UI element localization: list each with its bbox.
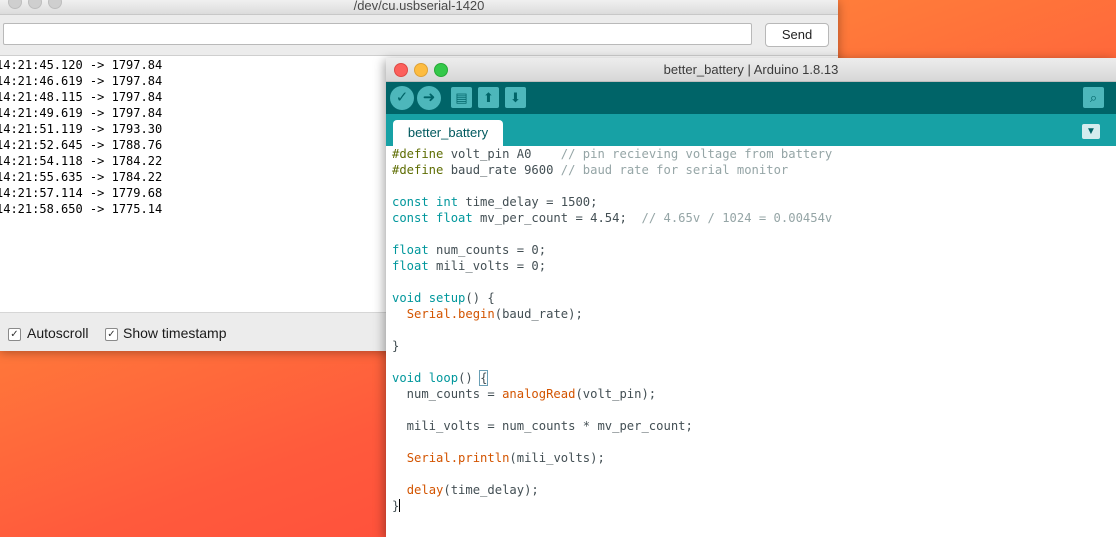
code-token: num_counts = 0; [428, 243, 547, 257]
show-timestamp-label: Show timestamp [123, 325, 227, 341]
code-comment: // baud rate for serial monitor [560, 163, 789, 177]
code-keyword: const float [392, 211, 473, 225]
code-token: } [392, 339, 400, 353]
code-token: time_delay = 1500; [458, 195, 598, 209]
show-timestamp-checkbox[interactable]: ✓ [105, 328, 118, 341]
code-text: #define volt_pin A0 // pin recieving vol… [392, 146, 832, 514]
code-keyword: float [392, 243, 429, 257]
arduino-ide-window: better_battery | Arduino 1.8.13 ✓ ➜ ▤ ⬆ … [386, 58, 1116, 537]
code-function: Serial.println [406, 451, 510, 465]
serial-monitor-icon[interactable]: ⌕ [1083, 87, 1104, 108]
code-function: setup [428, 291, 466, 305]
code-keyword: float [392, 259, 429, 273]
autoscroll-label: Autoscroll [27, 325, 89, 341]
text-caret [399, 499, 401, 512]
autoscroll-checkbox[interactable]: ✓ [8, 328, 21, 341]
ide-titlebar[interactable]: better_battery | Arduino 1.8.13 [386, 58, 1116, 82]
save-icon[interactable]: ⬇ [505, 87, 526, 108]
tab-better-battery[interactable]: better_battery [393, 120, 503, 146]
code-token: #define [392, 147, 444, 161]
code-token: () [458, 371, 481, 385]
code-keyword: void [392, 371, 422, 385]
serial-monitor-titlebar[interactable]: /dev/cu.usbserial-1420 [0, 0, 838, 15]
code-token: #define [392, 163, 444, 177]
code-token: mili_volts = 0; [428, 259, 547, 273]
code-editor[interactable]: #define volt_pin A0 // pin recieving vol… [386, 146, 1116, 537]
code-token: { [479, 370, 489, 386]
code-function: analogRead [502, 387, 576, 401]
code-token: mili_volts = num_counts * mv_per_count; [392, 419, 693, 433]
tab-menu-icon[interactable]: ▼ [1082, 124, 1100, 139]
code-function: loop [428, 371, 459, 385]
verify-icon[interactable]: ✓ [390, 86, 414, 110]
code-token: (baud_rate); [494, 307, 583, 321]
code-function: Serial.begin [406, 307, 495, 321]
code-comment: // 4.65v / 1024 = 0.00454v [641, 211, 833, 225]
code-token: (time_delay); [443, 483, 539, 497]
code-token: (volt_pin); [575, 387, 657, 401]
code-token: num_counts = [392, 387, 503, 401]
code-token: () { [465, 291, 495, 305]
ide-title: better_battery | Arduino 1.8.13 [663, 62, 839, 77]
code-keyword: void [392, 291, 422, 305]
code-function: delay [406, 483, 444, 497]
code-comment: // pin recieving voltage from battery [560, 147, 833, 161]
code-token: (mili_volts); [509, 451, 605, 465]
serial-monitor-title: /dev/cu.usbserial-1420 [353, 0, 485, 13]
code-token: baud_rate 9600 [443, 163, 561, 177]
code-keyword: const int [392, 195, 459, 209]
serial-send-input[interactable] [3, 23, 752, 45]
code-token: volt_pin A0 [443, 147, 561, 161]
open-icon[interactable]: ⬆ [478, 87, 499, 108]
new-icon[interactable]: ▤ [451, 87, 472, 108]
code-token: mv_per_count = 4.54; [472, 211, 642, 225]
ide-tabbar: better_battery ▼ [386, 114, 1116, 146]
upload-icon[interactable]: ➜ [417, 86, 441, 110]
send-button[interactable]: Send [765, 23, 829, 47]
code-token: } [392, 499, 400, 513]
ide-toolbar: ✓ ➜ ▤ ⬆ ⬇ ⌕ [386, 82, 1116, 114]
